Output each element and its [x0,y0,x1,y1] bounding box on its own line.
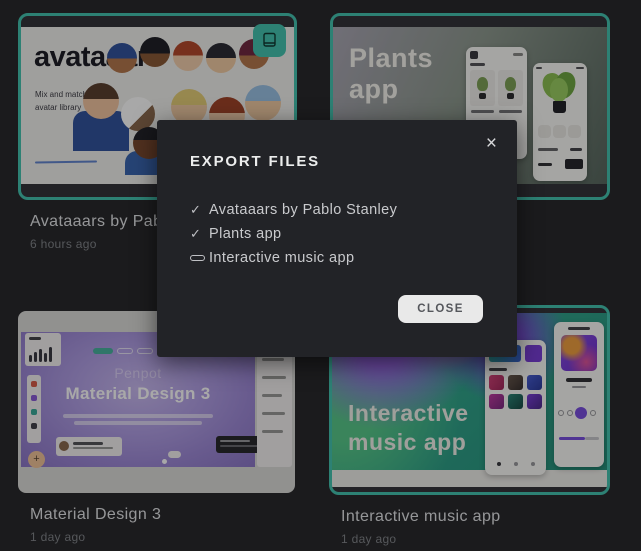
export-item-label: Interactive music app [209,250,354,266]
export-files-modal: EXPORT FILES × ✓ Avataaars by Pablo Stan… [157,120,517,357]
dashboard-screen: avataaars Mix and match avatar library [0,0,641,551]
export-list-item: ✓ Avataaars by Pablo Stanley [190,198,397,222]
export-item-label: Avataaars by Pablo Stanley [209,202,397,218]
modal-title: EXPORT FILES [190,153,320,170]
close-icon[interactable]: × [482,130,501,157]
export-item-label: Plants app [209,226,282,242]
export-list-item: Interactive music app [190,246,397,270]
export-file-list: ✓ Avataaars by Pablo Stanley ✓ Plants ap… [190,198,397,270]
export-list-item: ✓ Plants app [190,222,397,246]
loading-icon [190,255,208,261]
check-icon: ✓ [190,202,208,218]
close-button[interactable]: CLOSE [398,295,483,323]
check-icon: ✓ [190,226,208,242]
